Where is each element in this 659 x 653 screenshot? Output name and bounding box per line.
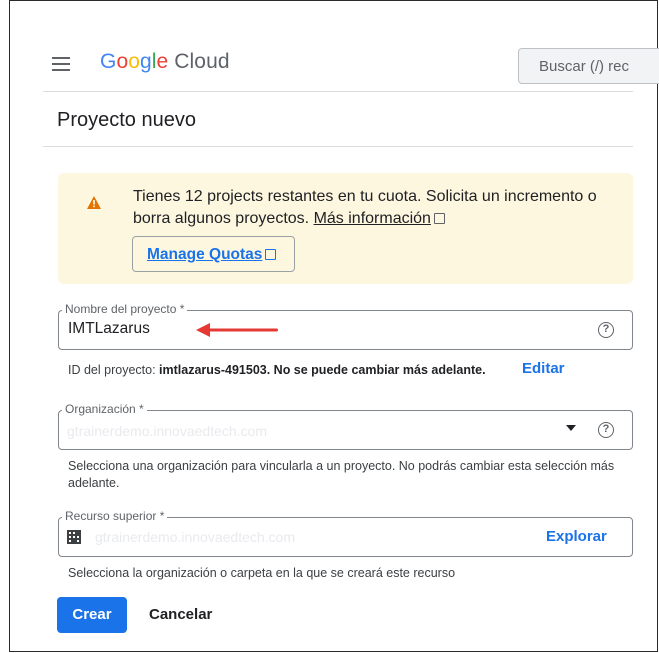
- organization-label: Organización *: [62, 402, 147, 416]
- parent-resource-label: Recurso superior *: [62, 509, 168, 523]
- help-circle-icon[interactable]: ?: [598, 422, 614, 438]
- logo-product-name: Cloud: [174, 50, 230, 73]
- browse-button[interactable]: Explorar: [546, 528, 607, 545]
- parent-resource-value: gtrainerdemo.innovaedtech.com: [95, 529, 296, 545]
- external-link-icon: [433, 213, 445, 224]
- title-divider: [43, 146, 633, 147]
- dropdown-caret-icon[interactable]: [566, 425, 576, 431]
- hamburger-menu-icon[interactable]: [52, 57, 70, 71]
- organization-hint: Selecciona una organización para vincula…: [68, 459, 615, 490]
- more-info-link[interactable]: Más información: [314, 210, 431, 227]
- create-button[interactable]: Crear: [57, 597, 127, 633]
- quota-warning-text: Tienes 12 projects restantes en tu cuota…: [133, 188, 597, 227]
- google-cloud-logo[interactable]: Google Cloud: [100, 50, 230, 74]
- edit-project-id-button[interactable]: Editar: [522, 360, 565, 377]
- building-icon: [67, 530, 81, 544]
- external-link-icon: [265, 249, 277, 260]
- search-input[interactable]: Buscar (/) rec: [518, 48, 659, 84]
- help-circle-icon[interactable]: ?: [598, 322, 614, 338]
- project-name-label: Nombre del proyecto *: [62, 302, 188, 316]
- manage-quotas-button[interactable]: Manage Quotas: [132, 236, 295, 272]
- project-id-hint: ID del proyecto: imtlazarus-491503. No s…: [68, 363, 486, 377]
- organization-value[interactable]: gtrainerdemo.innovaedtech.com: [67, 423, 267, 439]
- header-divider: [43, 91, 633, 92]
- parent-resource-hint: Selecciona la organización o carpeta en …: [68, 566, 456, 580]
- red-arrow-icon: [196, 323, 278, 337]
- cancel-button[interactable]: Cancelar: [149, 606, 212, 623]
- page-title: Proyecto nuevo: [57, 109, 196, 131]
- warning-triangle-icon: [87, 196, 101, 209]
- project-name-value[interactable]: IMTLazarus: [68, 320, 150, 338]
